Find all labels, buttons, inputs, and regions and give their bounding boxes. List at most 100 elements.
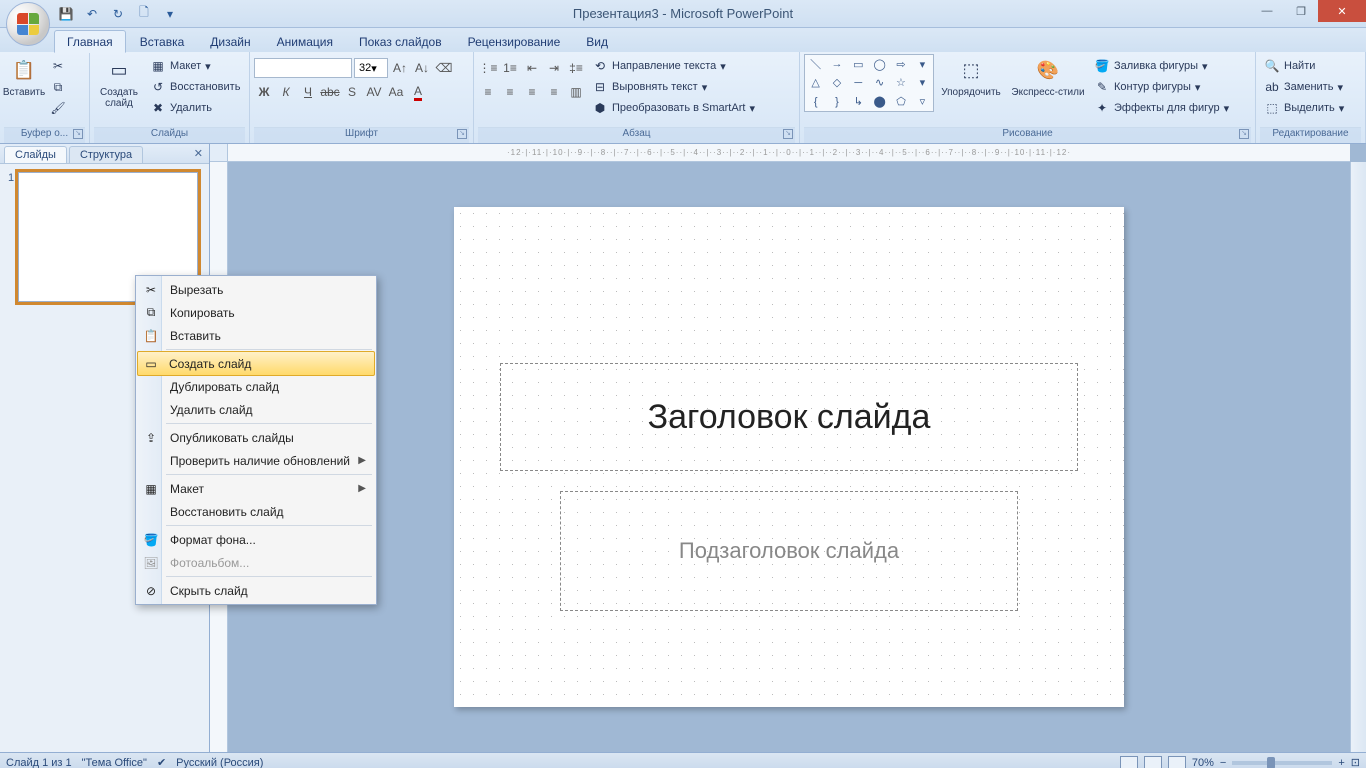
tab-design[interactable]: Дизайн [198, 31, 262, 52]
shape-brace2-icon[interactable]: } [826, 92, 847, 111]
view-normal-button[interactable] [1120, 756, 1138, 768]
tab-slideshow[interactable]: Показ слайдов [347, 31, 454, 52]
char-spacing-button[interactable]: AV [364, 82, 384, 102]
shape-line-icon[interactable]: ＼ [805, 55, 826, 74]
quick-styles-button[interactable]: 🎨 Экспресс-стили [1008, 54, 1088, 98]
launcher-icon[interactable]: ↘ [457, 129, 467, 139]
side-close-icon[interactable]: ✕ [194, 147, 203, 160]
align-text-button[interactable]: ⊟Выровнять текст ▾ [588, 77, 759, 97]
shape-fill-button[interactable]: 🪣Заливка фигуры ▾ [1090, 56, 1233, 76]
zoom-level[interactable]: 70% [1192, 757, 1214, 768]
view-sorter-button[interactable] [1144, 756, 1162, 768]
slide-stage[interactable]: Заголовок слайда Подзаголовок слайда [228, 162, 1350, 752]
qat-repeat-icon[interactable]: 🗋 [134, 4, 154, 24]
shape-callout-icon[interactable]: ⬤ [869, 92, 890, 111]
vertical-scrollbar[interactable] [1350, 162, 1366, 752]
minimize-button[interactable]: — [1250, 0, 1284, 22]
align-justify-button[interactable]: ≡ [544, 82, 564, 102]
side-tab-outline[interactable]: Структура [69, 146, 143, 163]
font-size-combo[interactable]: 32▾ [354, 58, 388, 78]
maximize-button[interactable]: ❐ [1284, 0, 1318, 22]
underline-button[interactable]: Ч [298, 82, 318, 102]
copy-button[interactable]: ⧉ [46, 77, 70, 97]
numbering-button[interactable]: 1≡ [500, 58, 520, 78]
align-right-button[interactable]: ≡ [522, 82, 542, 102]
qat-save-icon[interactable]: 💾 [56, 4, 76, 24]
qat-redo-icon[interactable]: ↻ [108, 4, 128, 24]
ctx-delete-slide[interactable]: Удалить слайд [138, 398, 374, 421]
tab-animation[interactable]: Анимация [265, 31, 345, 52]
shape-outline-button[interactable]: ✎Контур фигуры ▾ [1090, 77, 1233, 97]
bold-button[interactable]: Ж [254, 82, 274, 102]
ctx-layout[interactable]: ▦Макет▶ [138, 477, 374, 500]
side-tab-slides[interactable]: Слайды [4, 146, 67, 163]
layout-button[interactable]: ▦Макет ▾ [146, 56, 244, 76]
status-language[interactable]: Русский (Россия) [176, 757, 263, 768]
select-button[interactable]: ⬚Выделить ▾ [1260, 98, 1348, 118]
shape-tri-icon[interactable]: △ [805, 74, 826, 93]
line-spacing-button[interactable]: ‡≡ [566, 58, 586, 78]
shape-effects-button[interactable]: ✦Эффекты для фигур ▾ [1090, 98, 1233, 118]
subtitle-placeholder[interactable]: Подзаголовок слайда [560, 491, 1018, 611]
ctx-new-slide[interactable]: ▭Создать слайд [137, 351, 375, 376]
ctx-reset-slide[interactable]: Восстановить слайд [138, 500, 374, 523]
zoom-out-button[interactable]: − [1220, 757, 1226, 768]
slide-canvas[interactable]: Заголовок слайда Подзаголовок слайда [454, 207, 1124, 707]
zoom-in-button[interactable]: + [1338, 757, 1344, 768]
new-slide-button[interactable]: ▭ Создать слайд [94, 54, 144, 109]
ctx-cut[interactable]: ✂Вырезать [138, 278, 374, 301]
shrink-font-button[interactable]: A↓ [412, 58, 432, 78]
indent-dec-button[interactable]: ⇤ [522, 58, 542, 78]
replace-button[interactable]: abЗаменить ▾ [1260, 77, 1348, 97]
shape-more1-icon[interactable]: ▾ [912, 55, 933, 74]
indent-inc-button[interactable]: ⇥ [544, 58, 564, 78]
title-placeholder[interactable]: Заголовок слайда [500, 363, 1078, 471]
close-button[interactable]: ✕ [1318, 0, 1366, 22]
shape-more2-icon[interactable]: ▾ [912, 74, 933, 93]
shape-curve-icon[interactable]: ∿ [869, 74, 890, 93]
shape-round-icon[interactable]: ◯ [869, 55, 890, 74]
arrange-button[interactable]: ⬚ Упорядочить [936, 54, 1006, 98]
format-painter-button[interactable]: 🖌 [46, 98, 70, 118]
ctx-copy[interactable]: ⧉Копировать [138, 301, 374, 324]
paste-button[interactable]: 📋 Вставить [4, 54, 44, 98]
qat-undo-icon[interactable]: ↶ [82, 4, 102, 24]
smartart-button[interactable]: ⬢Преобразовать в SmartArt ▾ [588, 98, 759, 118]
office-button[interactable] [6, 2, 50, 46]
shape-brace-icon[interactable]: { [805, 92, 826, 111]
shape-rect-icon[interactable]: ▭ [848, 55, 869, 74]
align-left-button[interactable]: ≡ [478, 82, 498, 102]
zoom-slider[interactable] [1232, 761, 1332, 765]
view-slideshow-button[interactable] [1168, 756, 1186, 768]
shape-diamond-icon[interactable]: ◇ [826, 74, 847, 93]
shape-line2-icon[interactable]: ─ [848, 74, 869, 93]
reset-button[interactable]: ↺Восстановить [146, 77, 244, 97]
tab-review[interactable]: Рецензирование [456, 31, 573, 52]
font-color-button[interactable]: A [408, 82, 428, 102]
ctx-paste[interactable]: 📋Вставить [138, 324, 374, 347]
ctx-check-updates[interactable]: Проверить наличие обновлений▶ [138, 449, 374, 472]
shape-poly-icon[interactable]: ⬠ [890, 92, 911, 111]
ctx-hide-slide[interactable]: ⊘Скрыть слайд [138, 579, 374, 602]
launcher-icon[interactable]: ↘ [783, 129, 793, 139]
grow-font-button[interactable]: A↑ [390, 58, 410, 78]
shadow-button[interactable]: S [342, 82, 362, 102]
ctx-duplicate-slide[interactable]: Дублировать слайд [138, 375, 374, 398]
launcher-icon[interactable]: ↘ [1239, 129, 1249, 139]
shapes-gallery[interactable]: ＼→▭◯⇨▾ △◇─∿☆▾ {}↳⬤⬠▿ [804, 54, 934, 112]
delete-slide-button[interactable]: ✖Удалить [146, 98, 244, 118]
clear-format-button[interactable]: ⌫ [434, 58, 454, 78]
ctx-format-background[interactable]: 🪣Формат фона... [138, 528, 374, 551]
bullets-button[interactable]: ⋮≡ [478, 58, 498, 78]
change-case-button[interactable]: Aa [386, 82, 406, 102]
shape-expand-icon[interactable]: ▿ [912, 92, 933, 111]
launcher-icon[interactable]: ↘ [73, 129, 83, 139]
shape-star-icon[interactable]: ☆ [890, 74, 911, 93]
shape-arrow2-icon[interactable]: ⇨ [890, 55, 911, 74]
cut-button[interactable]: ✂ [46, 56, 70, 76]
font-name-combo[interactable] [254, 58, 352, 78]
shape-connector-icon[interactable]: ↳ [848, 92, 869, 111]
tab-insert[interactable]: Вставка [128, 31, 197, 52]
ctx-publish-slides[interactable]: ⇪Опубликовать слайды [138, 426, 374, 449]
find-button[interactable]: 🔍Найти [1260, 56, 1348, 76]
